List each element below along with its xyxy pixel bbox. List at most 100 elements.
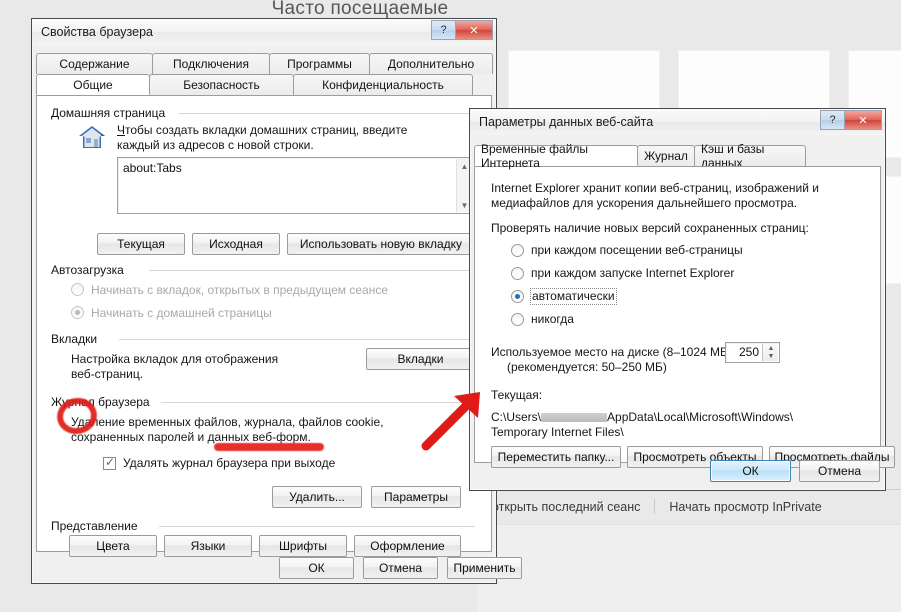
redacted-username <box>541 413 608 423</box>
radio-automatic-label: автоматически <box>530 288 617 305</box>
tab-temporary-internet-files[interactable]: Временные файлы Интернета <box>474 142 638 170</box>
browsing-history-group: Журнал браузера Удаление временных файло… <box>51 395 475 511</box>
disk-space-input[interactable]: 250 ▲ ▼ <box>725 342 780 363</box>
titlebar[interactable]: Свойства браузера ? ✕ <box>32 19 496 45</box>
btn-label: Отмена <box>817 464 862 478</box>
startup-option-home-page-label: Начинать с домашней страницы <box>91 306 272 320</box>
tab-strip: Содержание Подключения Программы Дополни… <box>32 53 496 95</box>
path-prefix: C:\Users\ <box>491 410 542 424</box>
check-newer-versions-label: Проверять наличие новых версий сохраненн… <box>491 221 809 235</box>
btn-label: Шрифты <box>278 539 328 553</box>
tab-row-2: Общие Безопасность Конфиденциальность <box>36 74 492 95</box>
start-page-footer <box>478 524 901 612</box>
ok-button[interactable]: ОК <box>279 557 354 579</box>
tab-label: Конфиденциальность <box>322 78 444 92</box>
radio-every-start[interactable] <box>511 267 524 280</box>
stepper-up-icon[interactable]: ▲ <box>763 344 779 353</box>
disk-space-stepper[interactable]: ▲ ▼ <box>762 344 778 361</box>
radio-every-visit[interactable] <box>511 244 524 257</box>
home-page-input[interactable]: about:Tabs ▲ ▼ <box>117 157 473 214</box>
tab-programmy[interactable]: Программы <box>269 53 370 74</box>
tab-label: Программы <box>287 57 352 71</box>
appearance-group-label: Представление <box>51 519 144 533</box>
delete-history-on-exit-checkbox[interactable] <box>103 455 116 470</box>
tabs-button[interactable]: Вкладки <box>366 348 475 370</box>
tabs-description-line1: Настройка вкладок для отображения <box>71 352 279 366</box>
stepper-down-icon[interactable]: ▼ <box>763 353 779 362</box>
accessibility-button[interactable]: Оформление <box>354 535 461 557</box>
btn-label: Языки <box>190 539 226 553</box>
colors-button[interactable]: Цвета <box>69 535 157 557</box>
radio-every-visit-label: при каждом посещении веб-страницы <box>531 243 743 257</box>
home-newtab-button[interactable]: Использовать новую вкладку <box>287 233 475 255</box>
btn-label: ОК <box>742 464 759 478</box>
tab-strip: Временные файлы Интернета Журнал Кэш и б… <box>470 142 885 170</box>
group-rule <box>149 270 475 271</box>
radio-never[interactable] <box>511 313 524 326</box>
btn-label: Параметры <box>384 490 448 504</box>
close-icon[interactable]: ✕ <box>455 20 493 40</box>
tab-label: Дополнительно <box>387 57 475 71</box>
internet-options-dialog[interactable]: Свойства браузера ? ✕ Содержание Подключ… <box>31 18 522 584</box>
cancel-button[interactable]: Отмена <box>363 557 438 579</box>
tab-bezopasnost[interactable]: Безопасность <box>149 74 294 95</box>
tab-podklyucheniya[interactable]: Подключения <box>152 53 270 74</box>
home-page-group: Домашняя страница Чтобы создать вкладки … <box>51 106 475 224</box>
fonts-button[interactable]: Шрифты <box>259 535 347 557</box>
home-current-button[interactable]: Текущая <box>97 233 185 255</box>
annotation-arrow <box>421 392 480 451</box>
current-location-path-line2: Temporary Internet Files\ <box>491 425 624 439</box>
btn-label: Переместить папку... <box>497 450 615 464</box>
apply-button[interactable]: Применить <box>447 557 522 579</box>
history-description-line1: Удаление временных файлов, журнала, файл… <box>71 415 384 429</box>
btn-label: Вкладки <box>397 352 444 366</box>
help-icon[interactable]: ? <box>431 20 456 40</box>
tab-dopolnitelno[interactable]: Дополнительно <box>369 53 493 74</box>
link-divider <box>654 499 656 514</box>
current-location-path-line1: C:\Users\ AppData\Local\Microsoft\Windows… <box>491 410 793 425</box>
ok-button[interactable]: ОК <box>710 460 791 482</box>
titlebar[interactable]: Параметры данных веб-сайта ? ✕ <box>470 109 885 135</box>
btn-label: Отмена <box>378 561 423 575</box>
radio-automatic[interactable] <box>511 290 524 303</box>
disk-space-label-line1: Используемое место на диске (8–1024 МБ) <box>491 345 732 359</box>
radio-never-label: никогда <box>531 312 574 326</box>
btn-label: Использовать новую вкладку <box>299 237 463 251</box>
tab-row-1: Содержание Подключения Программы Дополни… <box>36 53 493 74</box>
home-default-button[interactable]: Исходная <box>192 233 280 255</box>
tab-history[interactable]: Журнал <box>637 145 695 166</box>
cancel-button[interactable]: Отмена <box>799 460 880 482</box>
inprivate-browsing-link[interactable]: Начать просмотр InPrivate <box>669 500 821 514</box>
current-location-label: Текущая: <box>491 388 543 402</box>
tab-label: Общие <box>73 77 113 92</box>
tab-label: Подключения <box>173 57 249 71</box>
move-folder-button[interactable]: Переместить папку... <box>491 446 621 468</box>
tab-label: Временные файлы Интернета <box>481 141 589 170</box>
languages-button[interactable]: Языки <box>164 535 252 557</box>
btn-label: Цвета <box>96 539 130 553</box>
window-controls: ? ✕ <box>820 110 882 130</box>
delete-button[interactable]: Удалить... <box>272 486 362 508</box>
tab-label: Журнал <box>644 149 688 163</box>
btn-label: Применить <box>453 561 516 575</box>
window-controls: ? ✕ <box>431 20 493 40</box>
window-title: Параметры данных веб-сайта <box>479 115 654 129</box>
startup-radio-previous-session[interactable] <box>71 283 84 296</box>
tab-soderzhanie[interactable]: Содержание <box>36 53 153 74</box>
startup-radio-home-page[interactable] <box>71 306 84 319</box>
start-page-links: открыть последний сеанс Начать просмотр … <box>492 499 822 514</box>
history-settings-button[interactable]: Параметры <box>371 486 461 508</box>
close-icon[interactable]: ✕ <box>844 110 882 130</box>
tabs-group: Вкладки Настройка вкладок для отображени… <box>51 332 475 384</box>
website-data-settings-dialog[interactable]: Параметры данных веб-сайта ? ✕ Временные… <box>469 108 895 491</box>
tab-obshchie[interactable]: Общие <box>36 74 150 95</box>
btn-label: Оформление <box>370 539 445 553</box>
startup-group-label: Автозагрузка <box>51 263 130 277</box>
help-icon[interactable]: ? <box>820 110 845 130</box>
tab-caches-databases[interactable]: Кэш и базы данных <box>694 142 806 170</box>
reopen-last-session-link[interactable]: открыть последний сеанс <box>492 500 640 514</box>
group-rule <box>159 526 475 527</box>
tab-konfidentsialnost[interactable]: Конфиденциальность <box>293 74 473 95</box>
tab-panel-general: Домашняя страница Чтобы создать вкладки … <box>36 95 492 557</box>
btn-label: Удалить... <box>289 490 345 504</box>
